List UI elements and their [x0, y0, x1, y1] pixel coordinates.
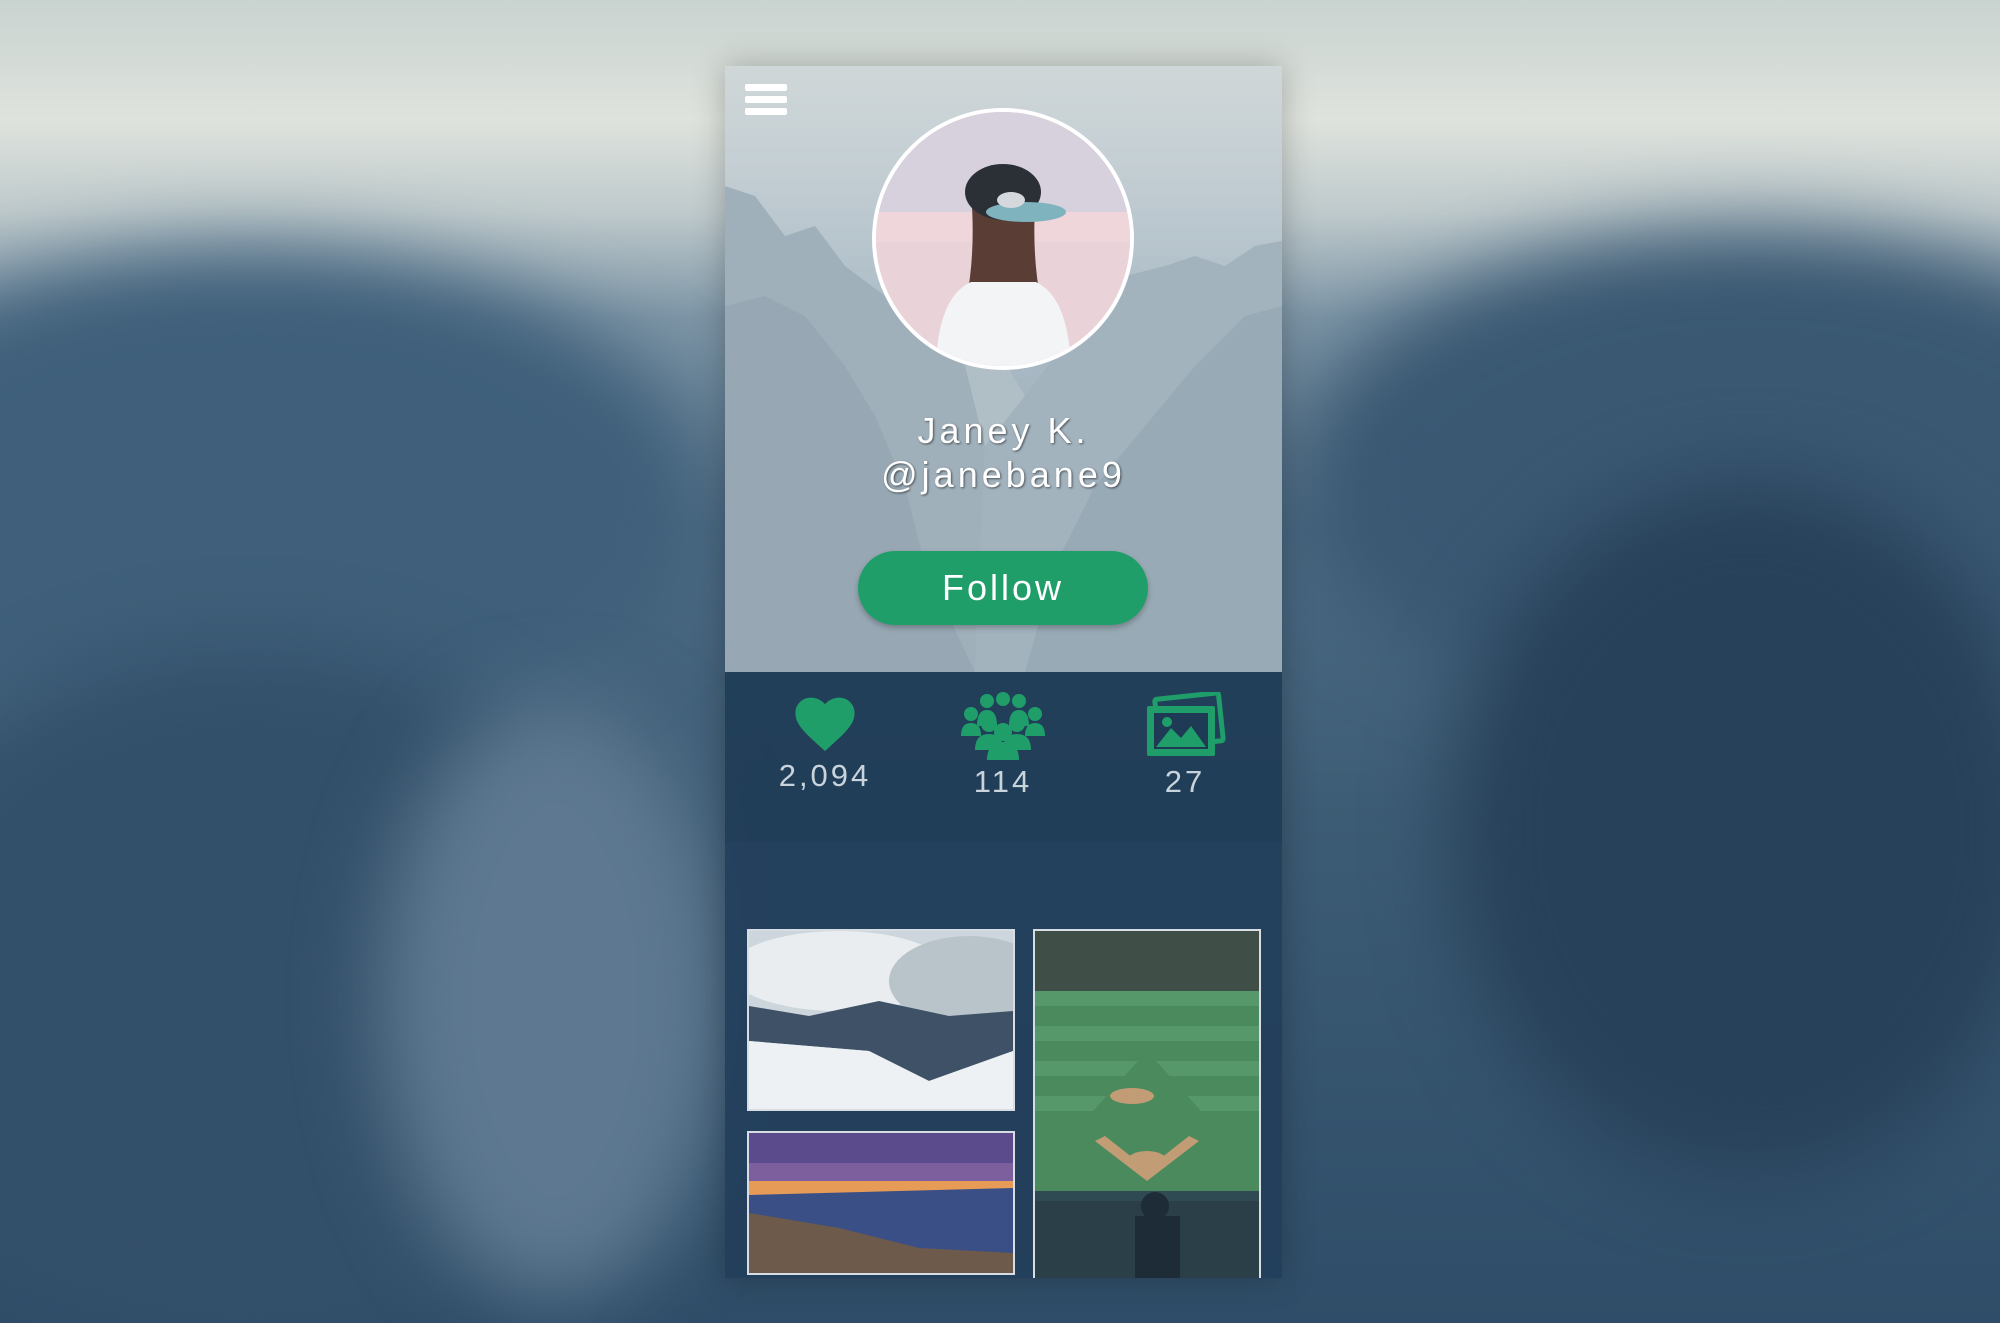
profile-handle: @janebane9: [881, 454, 1126, 495]
stats-bar: 2,094 114 27: [725, 672, 1282, 843]
profile-header: Janey K. @janebane9 Follow: [725, 66, 1282, 672]
likes-count: 2,094: [778, 758, 872, 793]
followers-count: 114: [973, 764, 1033, 799]
gallery-photo-baseball-field[interactable]: [1033, 929, 1261, 1278]
profile-name: Janey K.: [917, 410, 1090, 451]
photo-gallery: [725, 842, 1282, 1278]
group-icon: [961, 692, 1045, 760]
stat-likes[interactable]: 2,094: [735, 692, 915, 794]
follow-button[interactable]: Follow: [858, 551, 1148, 625]
stat-photos[interactable]: 27: [1095, 692, 1275, 800]
gallery-photo-sunset-ridge[interactable]: [747, 1131, 1015, 1275]
avatar-photo: [876, 112, 1130, 366]
gallery-photo-snowy-mountains[interactable]: [747, 929, 1015, 1111]
avatar[interactable]: [872, 108, 1134, 370]
photos-icon: [1147, 692, 1226, 756]
photos-count: 27: [1164, 764, 1206, 799]
profile-card: Janey K. @janebane9 Follow 2,094 114 27: [725, 66, 1282, 1278]
hamburger-menu-icon[interactable]: [745, 84, 787, 124]
heart-icon: [795, 697, 855, 752]
stat-followers[interactable]: 114: [913, 692, 1093, 800]
